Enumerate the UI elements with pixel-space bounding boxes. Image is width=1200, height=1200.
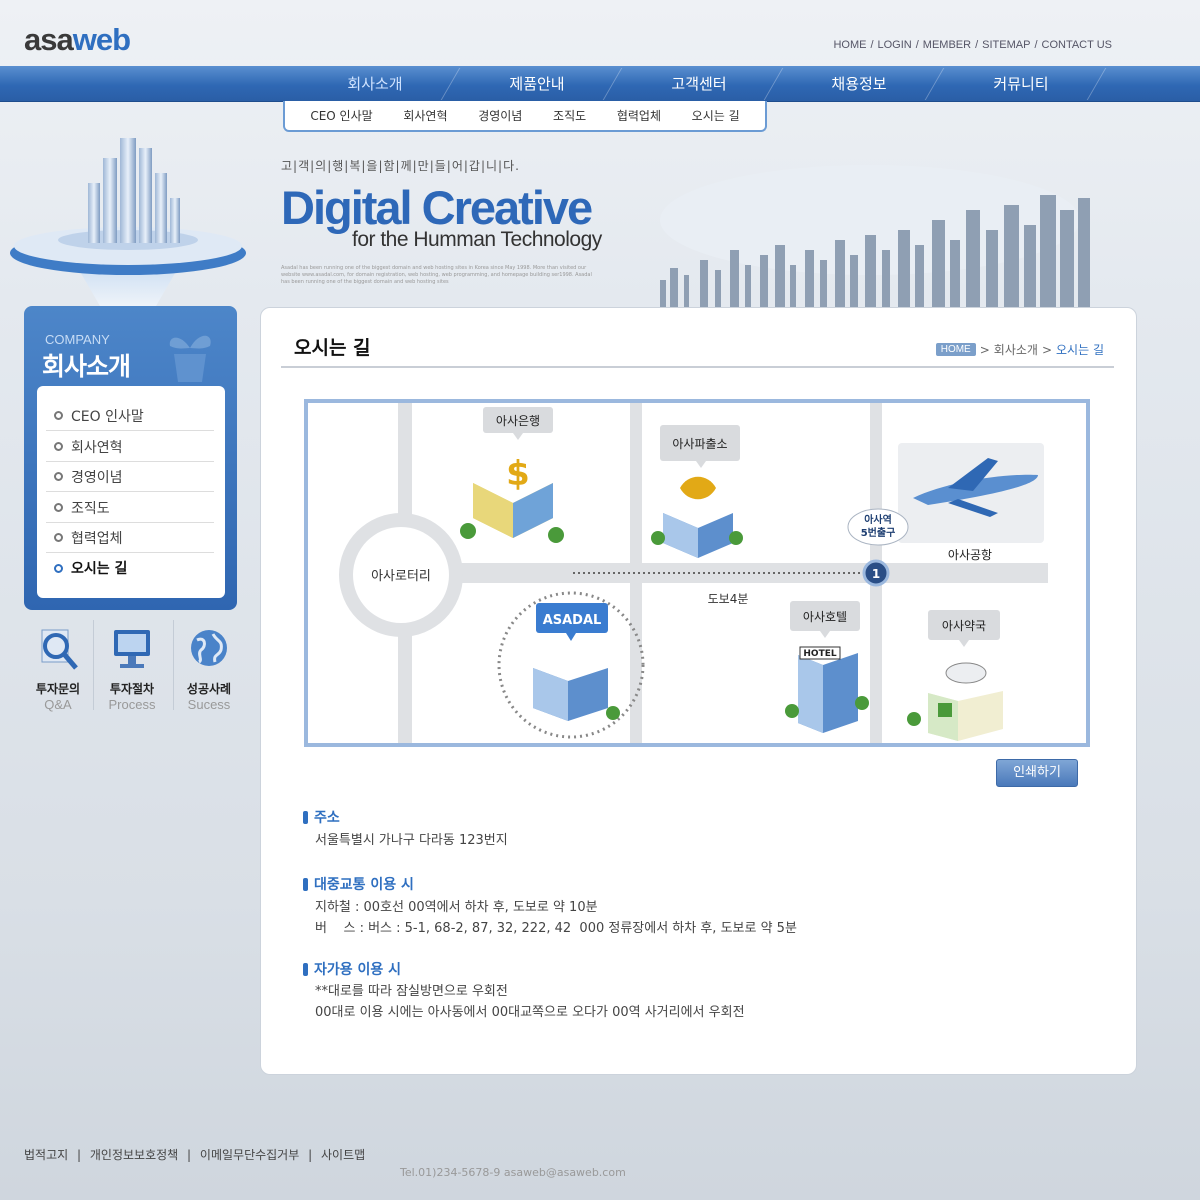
hero-title: Digital Creative bbox=[281, 181, 593, 234]
breadcrumb-section[interactable]: 회사소개 bbox=[994, 341, 1038, 358]
logo[interactable]: asaweb bbox=[24, 22, 131, 58]
map-hotel-sign: HOTEL bbox=[803, 649, 836, 659]
nav-recruit[interactable]: 채용정보 bbox=[779, 66, 939, 102]
footer-links: 법적고지 | 개인정보보호정책 | 이메일무단수집거부 | 사이트맵 bbox=[24, 1148, 366, 1162]
subnav-partners[interactable]: 협력업체 bbox=[617, 107, 661, 124]
monitor-icon bbox=[114, 630, 150, 668]
quick-divider bbox=[93, 620, 94, 710]
map-station-number: 1 bbox=[872, 567, 880, 581]
transit-heading: 대중교통 이용 시 bbox=[303, 874, 414, 894]
hero-description: Asadal has been running one of the bigge… bbox=[281, 265, 592, 285]
map-label-police: 아사파출소 bbox=[672, 437, 727, 451]
map-label-company: ASADAL bbox=[543, 613, 602, 628]
quick-success[interactable]: 성공사례 Sucess bbox=[179, 626, 239, 712]
transit-subway: 지하철 : 00호선 00역에서 하차 후, 도보로 약 10분 bbox=[315, 900, 598, 915]
bullet-icon bbox=[54, 442, 63, 451]
logo-part2: web bbox=[72, 22, 131, 57]
map-label-hotel: 아사호텔 bbox=[803, 610, 847, 624]
skyline-illustration bbox=[660, 165, 1090, 308]
subnav-history[interactable]: 회사연혁 bbox=[403, 107, 447, 124]
left-menu-directions[interactable]: 오시는 길 bbox=[46, 553, 214, 583]
subnav-directions[interactable]: 오시는 길 bbox=[692, 107, 740, 124]
police-building-icon bbox=[651, 476, 743, 558]
footer-email-policy[interactable]: 이메일무단수집거부 bbox=[200, 1148, 299, 1162]
top-link-member[interactable]: MEMBER bbox=[923, 39, 971, 51]
sub-nav: CEO 인사말 회사연혁 경영이념 조직도 협력업체 오시는 길 bbox=[283, 101, 767, 132]
pharmacy-building-icon bbox=[907, 662, 1003, 741]
footer-legal[interactable]: 법적고지 bbox=[24, 1148, 68, 1162]
heading-marker-icon bbox=[303, 877, 308, 891]
heading-marker-icon bbox=[303, 962, 308, 976]
left-menu-philosophy[interactable]: 경영이념 bbox=[46, 462, 214, 492]
map-label-bank: 아사은행 bbox=[496, 413, 540, 428]
bullet-icon bbox=[54, 533, 63, 542]
address-text: 서울특별시 가나구 다라동 123번지 bbox=[315, 833, 508, 848]
bullet-icon bbox=[54, 503, 63, 512]
print-button[interactable]: 인쇄하기 bbox=[996, 759, 1078, 787]
top-link-contact[interactable]: CONTACT US bbox=[1042, 39, 1113, 51]
city-platform-illustration bbox=[10, 138, 246, 306]
quick-process[interactable]: 투자절차 Process bbox=[102, 626, 162, 712]
globe-icon bbox=[191, 630, 227, 666]
hotel-building-icon: HOTEL bbox=[785, 646, 869, 733]
left-menu-history[interactable]: 회사연혁 bbox=[46, 432, 214, 462]
nav-products[interactable]: 제품안내 bbox=[457, 66, 617, 102]
heading-marker-icon bbox=[303, 810, 308, 824]
nav-support[interactable]: 고객센터 bbox=[619, 66, 779, 102]
left-menu-organization[interactable]: 조직도 bbox=[46, 493, 214, 523]
left-menu-partners[interactable]: 협력업체 bbox=[46, 523, 214, 553]
quick-qa[interactable]: 투자문의 Q&A bbox=[28, 626, 88, 712]
top-link-sitemap[interactable]: SITEMAP bbox=[982, 39, 1030, 51]
title-divider bbox=[281, 366, 1114, 368]
subnav-organization[interactable]: 조직도 bbox=[553, 107, 586, 124]
page-title: 오시는 길 bbox=[294, 337, 371, 359]
bullet-icon bbox=[54, 563, 63, 573]
magnifier-icon bbox=[41, 629, 78, 670]
quick-divider bbox=[173, 620, 174, 710]
left-section-title: 회사소개 bbox=[42, 352, 131, 381]
address-heading: 주소 bbox=[303, 807, 340, 827]
top-link-login[interactable]: LOGIN bbox=[878, 39, 912, 51]
logo-part1: asa bbox=[24, 22, 74, 57]
map-label-airport: 아사공항 bbox=[948, 548, 992, 562]
bullet-icon bbox=[54, 472, 63, 481]
bank-building-icon: $ bbox=[460, 454, 564, 543]
map-label-rotary: 아사로터리 bbox=[371, 569, 431, 584]
hero-slogan: 고|객|의|행|복|을|함|께|만|들|어|갑|니|다. bbox=[281, 159, 520, 173]
footer-contact: Tel.01)234-5678-9 asaweb@asaweb.com bbox=[400, 1166, 626, 1179]
svg-text:5번출구: 5번출구 bbox=[861, 526, 896, 539]
company-building-icon bbox=[533, 668, 620, 721]
left-menu-ceo[interactable]: CEO 인사말 bbox=[46, 401, 214, 431]
left-company-label: COMPANY bbox=[45, 332, 110, 347]
bullet-icon bbox=[54, 411, 63, 420]
breadcrumb: HOME > 회사소개 > 오시는 길 bbox=[935, 341, 1104, 358]
nav-company[interactable]: 회사소개 bbox=[295, 66, 455, 102]
car-heading: 자가용 이용 시 bbox=[303, 959, 401, 979]
footer-privacy[interactable]: 개인정보보호정책 bbox=[90, 1148, 178, 1162]
footer-sitemap[interactable]: 사이트맵 bbox=[321, 1148, 365, 1162]
nav-community[interactable]: 커뮤니티 bbox=[941, 66, 1101, 102]
top-links: HOME / LOGIN / MEMBER / SITEMAP / CONTACT US bbox=[833, 39, 1112, 51]
car-line-1: **대로를 따라 잠실방면으로 우회전 bbox=[315, 984, 508, 999]
plant-icon bbox=[169, 335, 211, 382]
map-label-pharmacy: 아사약국 bbox=[942, 618, 986, 633]
top-link-home[interactable]: HOME bbox=[833, 39, 866, 51]
svg-text:아사역: 아사역 bbox=[864, 513, 892, 526]
directions-map: 아사로터리 도보4분 아사은행 $ 아사파출소 아사공항 아사역 5번출구 1 … bbox=[304, 399, 1090, 747]
car-line-2: 00대로 이용 시에는 아사동에서 00대교쪽으로 오다가 00역 사거리에서 … bbox=[315, 1005, 745, 1020]
breadcrumb-home[interactable]: HOME bbox=[935, 343, 976, 356]
hero-subtitle: for the Humman Technology bbox=[352, 228, 602, 251]
map-label-dollar: $ bbox=[506, 454, 530, 494]
map-label-walk: 도보4분 bbox=[708, 592, 749, 606]
transit-bus: 버 스 : 버스 : 5-1, 68-2, 87, 32, 222, 42 00… bbox=[315, 921, 797, 936]
subnav-philosophy[interactable]: 경영이념 bbox=[478, 107, 522, 124]
breadcrumb-current: 오시는 길 bbox=[1056, 343, 1104, 357]
subnav-ceo[interactable]: CEO 인사말 bbox=[310, 107, 372, 124]
